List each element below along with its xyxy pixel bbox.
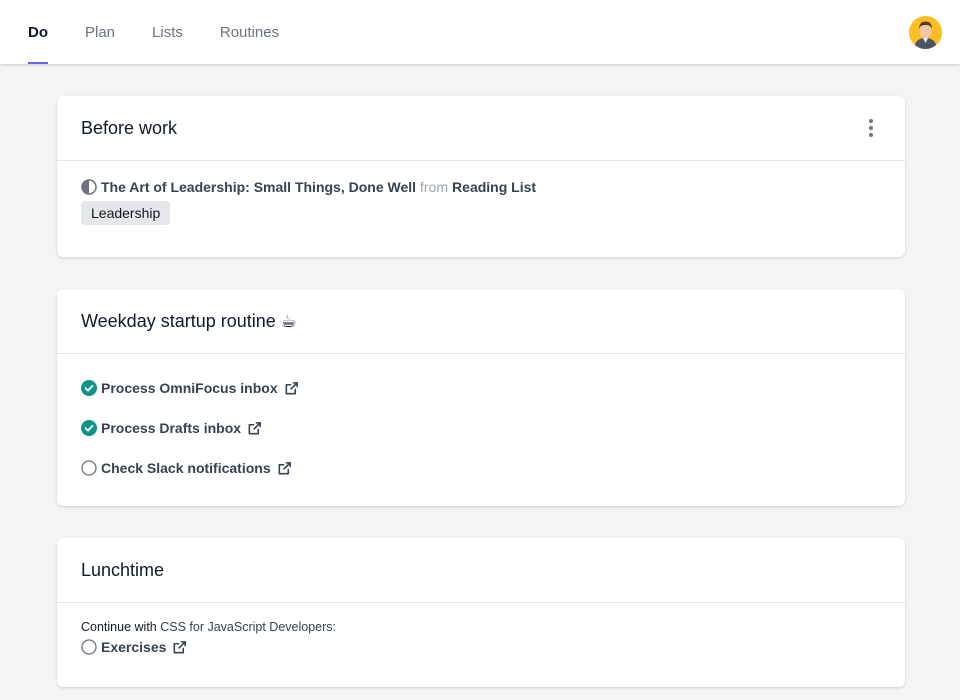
more-options-icon[interactable] [861, 118, 881, 138]
empty-circle-icon[interactable] [81, 639, 97, 655]
routine-item-label[interactable]: Check Slack notifications [101, 460, 271, 476]
card-body: The Art of Leadership: Small Things, Don… [57, 161, 905, 225]
tab-routines[interactable]: Routines [220, 0, 279, 64]
card-lunchtime: Lunchtime Continue with CSS for JavaScri… [57, 538, 905, 687]
external-link-icon[interactable] [284, 381, 299, 396]
card-title: Before work [81, 117, 178, 138]
routine-item[interactable]: Process OmniFocus inbox [81, 368, 881, 408]
card-body: Process OmniFocus inbox Process Drafts i… [57, 354, 905, 488]
card-before-work: Before work The Art of Leadership: Small… [57, 96, 905, 257]
tag-badge[interactable]: Leadership [81, 201, 171, 225]
external-link-icon[interactable] [247, 421, 262, 436]
tab-do-label: Do [28, 23, 48, 41]
continue-note: Continue with CSS for JavaScript Develop… [81, 620, 881, 634]
note-prefix: Continue with [81, 620, 157, 634]
main-content: Before work The Art of Leadership: Small… [0, 64, 960, 687]
empty-circle-icon[interactable] [81, 460, 97, 476]
from-label: from [420, 179, 449, 195]
reading-list-link[interactable]: Reading List [452, 179, 536, 195]
check-circle-icon[interactable] [81, 380, 97, 396]
tab-plan[interactable]: Plan [85, 0, 115, 64]
tab-lists-label: Lists [152, 23, 183, 41]
reading-item-title[interactable]: The Art of Leadership: Small Things, Don… [101, 179, 416, 195]
tab-routines-label: Routines [219, 23, 280, 41]
card-header: Before work [57, 96, 905, 161]
card-title: Lunchtime [81, 559, 165, 580]
lunch-item-label[interactable]: Exercises [101, 639, 166, 655]
reading-item[interactable]: The Art of Leadership: Small Things, Don… [81, 179, 881, 195]
external-link-icon[interactable] [172, 640, 187, 655]
tab-plan-label: Plan [85, 23, 116, 41]
routine-item[interactable]: Process Drafts inbox [81, 408, 881, 448]
card-header: Lunchtime [57, 538, 905, 603]
card-title: Weekday startup routine ☕ [81, 310, 297, 331]
top-navigation: Do Plan Lists Routines [0, 0, 960, 64]
external-link-icon[interactable] [277, 461, 292, 476]
check-circle-icon[interactable] [81, 420, 97, 436]
card-header: Weekday startup routine ☕ [57, 289, 905, 354]
user-avatar[interactable] [909, 16, 942, 49]
routine-item-label[interactable]: Process OmniFocus inbox [101, 380, 278, 396]
lunch-item[interactable]: Exercises [81, 636, 881, 658]
routine-item-label[interactable]: Process Drafts inbox [101, 420, 241, 436]
tab-do[interactable]: Do [28, 0, 48, 64]
card-body: Continue with CSS for JavaScript Develop… [57, 603, 905, 658]
card-weekday-routine: Weekday startup routine ☕ Process OmniFo… [57, 289, 905, 506]
tab-lists[interactable]: Lists [152, 0, 183, 64]
course-link[interactable]: CSS for JavaScript Developers: [160, 620, 336, 634]
routine-item[interactable]: Check Slack notifications [81, 448, 881, 488]
half-circle-icon [81, 179, 97, 195]
